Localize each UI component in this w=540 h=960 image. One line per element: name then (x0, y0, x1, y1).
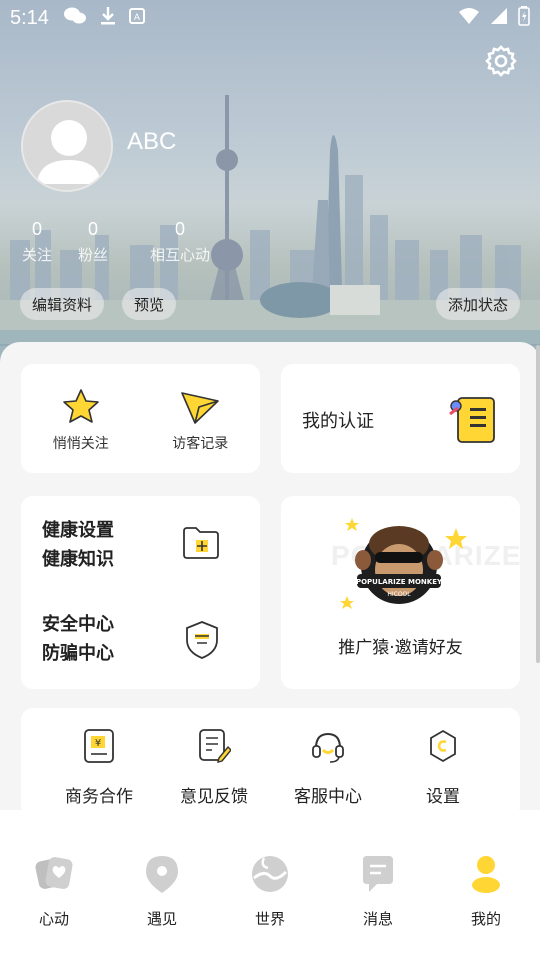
app-notification-icon: A (128, 7, 145, 29)
nav-label: 消息 (362, 910, 393, 928)
my-certification-card[interactable]: 我的认证 (281, 364, 520, 473)
stat-value: 0 (175, 219, 186, 239)
svg-text:¥: ¥ (95, 738, 101, 749)
certification-label: 我的认证 (302, 411, 374, 432)
feedback-icon (197, 728, 232, 768)
paper-plane-icon (178, 385, 222, 429)
preview-button[interactable]: 预览 (122, 288, 177, 320)
security-center-label: 安全中心 (42, 614, 114, 635)
health-knowledge-label: 健康知识 (42, 549, 114, 570)
nav-label: 遇见 (146, 910, 177, 928)
stat-mutual[interactable]: 0 相互心动 (150, 218, 210, 265)
profile-stats: 0 关注 0 粉丝 0 相互心动 (22, 218, 232, 265)
nav-mine[interactable]: 我的 (432, 810, 540, 960)
services-card: ¥ 商务合作 意见反馈 客服中心 设置 (21, 708, 520, 818)
headset-icon (310, 728, 346, 768)
download-icon (99, 6, 117, 31)
settings-gear-button[interactable] (484, 44, 518, 78)
business-cooperation-button[interactable]: ¥ 商务合作 (44, 728, 154, 807)
settings-button[interactable]: 设置 (388, 728, 498, 807)
health-settings-button[interactable]: 健康设置 健康知识 (42, 516, 114, 574)
nav-label: 世界 (254, 910, 285, 928)
nav-label: 心动 (38, 910, 69, 928)
default-avatar-icon (23, 102, 111, 190)
edit-profile-button[interactable]: 编辑资料 (20, 288, 105, 320)
feedback-button[interactable]: 意见反馈 (159, 728, 269, 807)
stat-value: 0 (88, 219, 99, 239)
badge-subtext: HICOOL (387, 591, 411, 598)
settings-icon (426, 728, 460, 768)
nav-label: 我的 (470, 910, 501, 928)
signal-icon (490, 7, 508, 30)
svg-text:A: A (134, 13, 141, 23)
folder-add-icon (182, 526, 220, 564)
health-settings-label: 健康设置 (42, 520, 114, 541)
health-safety-card: 健康设置 健康知识 安全中心 防骗中心 (21, 496, 260, 689)
stat-value: 0 (32, 219, 43, 239)
stat-following[interactable]: 0 关注 (22, 218, 52, 265)
wechat-icon (63, 6, 87, 31)
wifi-icon (458, 7, 480, 30)
service-label: 设置 (426, 787, 460, 807)
star-icon (59, 385, 103, 429)
stat-label: 相互心动 (150, 246, 211, 264)
nav-messages[interactable]: 消息 (324, 810, 432, 960)
heart-cards-icon (33, 854, 75, 898)
anti-fraud-label: 防骗中心 (42, 643, 114, 664)
stat-label: 粉丝 (78, 246, 109, 264)
stat-fans[interactable]: 0 粉丝 (78, 218, 108, 265)
invite-friends-card[interactable]: POPULARIZE POPULARIZE MONKEY HICOOL 推广猿·… (281, 496, 520, 689)
shield-icon (184, 620, 220, 664)
battery-icon (518, 5, 530, 31)
bottom-navigation: 心动 遇见 世界 消息 我的 (0, 810, 540, 960)
service-label: 客服中心 (294, 787, 362, 807)
location-pin-icon (144, 854, 180, 898)
person-icon (468, 854, 504, 898)
service-label: 意见反馈 (180, 787, 248, 807)
username: ABC (127, 128, 177, 155)
gear-icon (485, 45, 517, 77)
invite-friends-label: 推广猿·邀请好友 (338, 638, 463, 658)
globe-icon (250, 854, 290, 898)
quick-label: 访客记录 (172, 435, 229, 452)
message-icon (359, 854, 397, 898)
quick-actions-card: 悄悄关注 访客记录 (21, 364, 260, 473)
nav-world[interactable]: 世界 (216, 810, 324, 960)
visitor-record-button[interactable]: 访客记录 (141, 364, 261, 473)
badge-text: POPULARIZE MONKEY (356, 578, 443, 586)
status-time: 5:14 (10, 6, 49, 29)
nav-meet[interactable]: 遇见 (108, 810, 216, 960)
customer-service-button[interactable]: 客服中心 (273, 728, 383, 807)
nav-heartbeat[interactable]: 心动 (0, 810, 108, 960)
service-label: 商务合作 (65, 787, 133, 807)
monkey-mascot-icon: POPULARIZE MONKEY HICOOL (340, 518, 467, 609)
scrollbar[interactable] (536, 345, 540, 663)
add-status-button[interactable]: 添加状态 (435, 288, 520, 320)
secret-follow-button[interactable]: 悄悄关注 (21, 364, 141, 473)
contract-icon: ¥ (82, 728, 116, 768)
security-center-button[interactable]: 安全中心 防骗中心 (42, 610, 114, 668)
status-bar: 5:14 A (0, 0, 540, 36)
quick-label: 悄悄关注 (52, 435, 109, 452)
certificate-icon (448, 394, 500, 450)
avatar[interactable] (21, 100, 113, 192)
stat-label: 关注 (22, 246, 53, 264)
